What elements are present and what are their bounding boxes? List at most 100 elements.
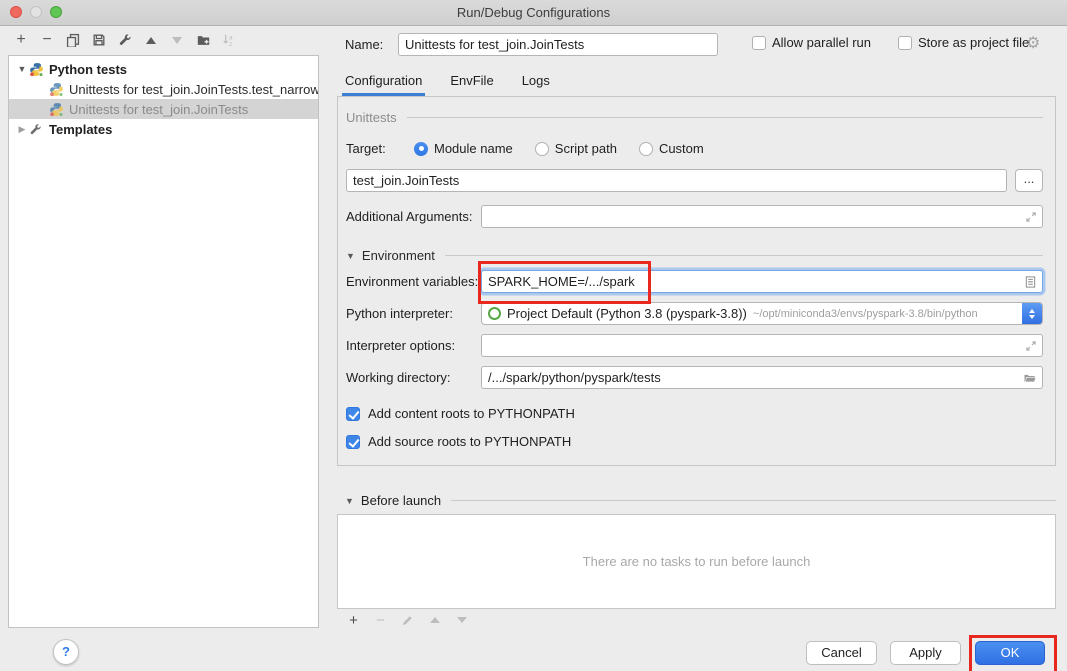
up-triangle-icon bbox=[430, 617, 440, 623]
tree-item-jointests-selected[interactable]: Unittests for test_join.JoinTests bbox=[9, 99, 318, 119]
gear-icon[interactable]: ⚙ bbox=[1026, 33, 1040, 53]
additional-arguments-input[interactable] bbox=[481, 205, 1043, 228]
move-down-button[interactable] bbox=[164, 29, 190, 51]
browse-variables-icon[interactable] bbox=[1024, 275, 1037, 288]
radio-script-path[interactable]: Script path bbox=[535, 141, 617, 156]
up-triangle-icon bbox=[146, 37, 156, 44]
radio-selected-icon bbox=[414, 142, 428, 156]
before-launch-header[interactable]: ▼ Before launch bbox=[345, 493, 1056, 508]
allow-parallel-run-checkbox[interactable]: Allow parallel run bbox=[752, 35, 871, 50]
checkbox-label: Add source roots to PYTHONPATH bbox=[368, 434, 571, 449]
tab-envfile[interactable]: EnvFile bbox=[450, 68, 493, 96]
tree-item-python-tests[interactable]: ▼ Python tests bbox=[9, 59, 318, 79]
environment-variables-input[interactable]: SPARK_HOME=/.../spark bbox=[481, 270, 1043, 293]
expand-field-icon[interactable] bbox=[1025, 211, 1037, 223]
additional-arguments-row: Additional Arguments: bbox=[346, 205, 1043, 228]
svg-text:z: z bbox=[229, 41, 232, 47]
help-button[interactable]: ? bbox=[53, 639, 79, 665]
browse-module-button[interactable]: ... bbox=[1015, 169, 1043, 192]
title-bar: Run/Debug Configurations bbox=[0, 0, 1067, 26]
target-label: Target: bbox=[346, 141, 402, 156]
expand-field-icon[interactable] bbox=[1025, 340, 1037, 352]
allow-parallel-run-label: Allow parallel run bbox=[772, 35, 871, 50]
add-configuration-button[interactable]: + bbox=[8, 29, 34, 51]
python-interpreter-row: Python interpreter: Project Default (Pyt… bbox=[346, 302, 1043, 325]
move-task-up-button[interactable] bbox=[421, 611, 448, 629]
environment-variables-label: Environment variables: bbox=[346, 274, 481, 289]
additional-arguments-label: Additional Arguments: bbox=[346, 209, 481, 224]
tree-item-label: Templates bbox=[49, 122, 112, 137]
python-tests-icon bbox=[29, 62, 44, 77]
python-test-icon bbox=[49, 102, 64, 117]
python-interpreter-label: Python interpreter: bbox=[346, 306, 481, 321]
add-task-button[interactable]: + bbox=[340, 611, 367, 629]
remove-task-button[interactable]: − bbox=[367, 611, 394, 629]
configurations-tree: ▼ Python tests Unittests for test_join.J… bbox=[8, 55, 319, 628]
target-row: Target: Module name Script path Custom bbox=[346, 141, 1043, 156]
working-directory-input[interactable]: /.../spark/python/pyspark/tests bbox=[481, 366, 1043, 389]
before-launch-toolbar: + − bbox=[340, 610, 475, 630]
separator-line bbox=[445, 255, 1043, 256]
browse-folder-icon[interactable] bbox=[1023, 371, 1037, 384]
python-interpreter-select[interactable]: Project Default (Python 3.8 (pyspark-3.8… bbox=[481, 302, 1043, 325]
interpreter-value: Project Default (Python 3.8 (pyspark-3.8… bbox=[507, 306, 747, 321]
store-as-project-file-label: Store as project file bbox=[918, 35, 1029, 50]
group-title: Unittests bbox=[346, 110, 397, 125]
name-input[interactable]: Unittests for test_join.JoinTests bbox=[398, 33, 718, 56]
remove-configuration-button[interactable]: − bbox=[34, 29, 60, 51]
environment-variables-row: Environment variables: SPARK_HOME=/.../s… bbox=[346, 270, 1043, 293]
radio-unselected-icon bbox=[639, 142, 653, 156]
folder-plus-icon bbox=[196, 33, 211, 47]
dropdown-chevrons-icon[interactable] bbox=[1022, 303, 1042, 324]
save-configuration-button[interactable] bbox=[86, 29, 112, 51]
separator-line bbox=[451, 500, 1056, 501]
radio-unselected-icon bbox=[535, 142, 549, 156]
radio-label: Module name bbox=[434, 141, 513, 156]
tab-logs[interactable]: Logs bbox=[522, 68, 550, 96]
radio-label: Script path bbox=[555, 141, 617, 156]
checkbox-unchecked-icon bbox=[752, 36, 766, 50]
tree-item-label: Python tests bbox=[49, 62, 127, 77]
collapsed-disclosure-icon[interactable]: ▶ bbox=[15, 124, 29, 135]
interpreter-options-input[interactable] bbox=[481, 334, 1043, 357]
before-launch-title: Before launch bbox=[361, 493, 441, 508]
new-folder-button[interactable] bbox=[190, 29, 216, 51]
tree-item-templates[interactable]: ▶ Templates bbox=[9, 119, 318, 139]
tab-bar: Configuration EnvFile Logs bbox=[345, 68, 550, 96]
environment-section-title: Environment bbox=[362, 248, 435, 263]
tree-item-label: Unittests for test_join.JoinTests.test_n… bbox=[69, 82, 319, 97]
unittests-group-header: Unittests bbox=[346, 110, 1043, 125]
python-test-icon bbox=[49, 82, 64, 97]
environment-section-header[interactable]: ▼ Environment bbox=[346, 248, 1043, 263]
add-source-roots-checkbox[interactable]: Add source roots to PYTHONPATH bbox=[346, 434, 1043, 449]
save-icon bbox=[92, 33, 106, 47]
conda-environment-icon bbox=[488, 307, 501, 320]
checkbox-checked-icon bbox=[346, 407, 360, 421]
copy-configuration-button[interactable] bbox=[60, 29, 86, 51]
working-directory-label: Working directory: bbox=[346, 370, 481, 385]
edit-task-button[interactable] bbox=[394, 611, 421, 629]
move-up-button[interactable] bbox=[138, 29, 164, 51]
interpreter-options-row: Interpreter options: bbox=[346, 334, 1043, 357]
radio-custom[interactable]: Custom bbox=[639, 141, 704, 156]
sort-az-icon: az bbox=[222, 33, 236, 47]
add-content-roots-checkbox[interactable]: Add content roots to PYTHONPATH bbox=[346, 406, 1043, 421]
expanded-disclosure-icon[interactable]: ▼ bbox=[15, 64, 29, 74]
radio-module-name[interactable]: Module name bbox=[414, 141, 513, 156]
edit-templates-button[interactable] bbox=[112, 29, 138, 51]
sort-configurations-button[interactable]: az bbox=[216, 29, 242, 51]
ok-button[interactable]: OK bbox=[975, 641, 1045, 665]
tree-item-test-narrow[interactable]: Unittests for test_join.JoinTests.test_n… bbox=[9, 79, 318, 99]
store-as-project-file-checkbox[interactable]: Store as project file bbox=[898, 35, 1029, 50]
copy-icon bbox=[66, 33, 80, 47]
tree-item-label: Unittests for test_join.JoinTests bbox=[69, 102, 248, 117]
radio-label: Custom bbox=[659, 141, 704, 156]
tab-configuration[interactable]: Configuration bbox=[345, 68, 422, 96]
move-task-down-button[interactable] bbox=[448, 611, 475, 629]
module-name-input[interactable]: test_join.JoinTests bbox=[346, 169, 1007, 192]
checkbox-label: Add content roots to PYTHONPATH bbox=[368, 406, 575, 421]
cancel-button[interactable]: Cancel bbox=[806, 641, 877, 665]
checkbox-checked-icon bbox=[346, 435, 360, 449]
run-debug-configurations-dialog: Run/Debug Configurations + − az ▼ Pyth bbox=[0, 0, 1067, 671]
apply-button[interactable]: Apply bbox=[890, 641, 961, 665]
